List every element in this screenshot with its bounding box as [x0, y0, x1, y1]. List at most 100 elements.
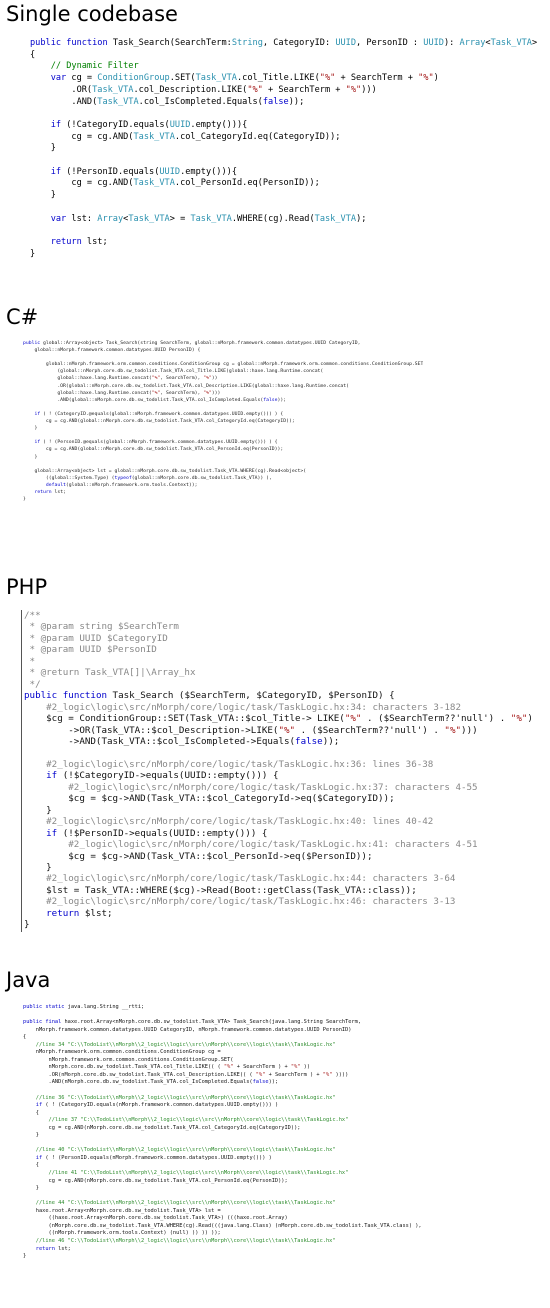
- code-line: haxe.root.Array<nMorph.core.db.sw_todoli…: [35, 1207, 221, 1214]
- code-block-php: /** * @param string $SearchTerm * @param…: [0, 610, 550, 932]
- code-line: //line 41 "C:\\TodoList\\nMorph\\2_logic…: [23, 1170, 349, 1177]
- code-line: #2_logic\logic\src/nMorph/core/logic/tas…: [24, 839, 478, 851]
- code-line: }: [23, 497, 26, 503]
- code-line: *: [24, 655, 36, 667]
- code-line: #2_logic\logic\src/nMorph/core/logic/tas…: [24, 781, 478, 793]
- code-line: nMorph.framework.orm.common.conditions.C…: [35, 1049, 221, 1056]
- code-line: ->AND(Task_VTA::$col_IsCompleted->Equals…: [24, 735, 340, 747]
- code-line: $cg = $cg->AND(Task_VTA::$col_PersonId->…: [68, 850, 373, 862]
- code-line: return lst;: [34, 489, 66, 495]
- section-title-php: PHP: [6, 575, 48, 599]
- code-line: }: [30, 248, 36, 259]
- section-title-single-codebase: Single codebase: [6, 2, 178, 26]
- code-line: .AND(Task_VTA.col_IsCompleted.Equals(fal…: [30, 96, 305, 107]
- code-line: }: [24, 919, 30, 931]
- code-block-single-codebase: public function Task_Search(SearchTerm:S…: [0, 38, 550, 270]
- code-line: nMorph.framework.orm.common.conditions.C…: [48, 1056, 234, 1063]
- code-line: //line 37 "C:\\TodoList\\nMorph\\2_logic…: [23, 1117, 349, 1124]
- code-line: if (!PersonID.equals(UUID.empty())){: [50, 166, 237, 177]
- code-line: cg = cg.AND(Task_VTA.col_PersonId.eq(Per…: [30, 178, 320, 189]
- code-line: global::nMorph.framework.common.datatype…: [34, 348, 201, 354]
- code-listing: /** * @param string $SearchTerm * @param…: [24, 610, 533, 931]
- code-line: }: [23, 1253, 27, 1260]
- code-line: if (!$PersonID->equals(UUID::empty())) {: [46, 827, 268, 839]
- code-line: #2_logic\logic\src/nMorph/core/logic/tas…: [24, 701, 461, 713]
- code-line: //line 46 "C:\\TodoList\\nMorph\\2_logic…: [23, 1237, 336, 1244]
- code-line: public function Task_Search ($SearchTerm…: [24, 690, 395, 702]
- code-line: cg = cg.AND(nMorph.core.db.sw_todolist.T…: [48, 1177, 288, 1184]
- code-line: (global::nMorph.core.db.sw_todolist.Task…: [57, 369, 324, 375]
- code-line: .AND(global::nMorph.core.db.sw_todolist.…: [23, 397, 287, 403]
- code-line: cg = cg.AND(global::nMorph.core.db.sw_to…: [45, 447, 284, 453]
- code-line: ->OR(Task_VTA::$col_Description->LIKE("%…: [24, 724, 478, 736]
- code-line: $cg = $cg->AND(Task_VTA::$col_CategoryId…: [68, 793, 395, 805]
- section-title-java: Java: [6, 968, 51, 992]
- code-block-java: public static java.lang.String __rtti; p…: [0, 1004, 550, 1304]
- code-line: if ( ! (CategoryID.@equals(global::nMorp…: [34, 411, 284, 417]
- code-line: public global::Array<object> Task_Search…: [23, 341, 361, 346]
- code-line: public function Task_Search(SearchTerm:S…: [30, 38, 538, 48]
- php-gutter-line: [21, 610, 22, 932]
- code-line: {: [35, 1109, 39, 1116]
- code-line: cg = cg.AND(Task_VTA.col_CategoryId.eq(C…: [30, 131, 341, 142]
- code-line: * @return Task_VTA[]|\Array_hx: [24, 667, 196, 679]
- code-line: ((global::System.Type) (typeof(global::n…: [23, 475, 272, 481]
- code-line: }: [35, 1132, 39, 1139]
- code-block-csharp: public global::Array<object> Task_Search…: [0, 340, 550, 530]
- code-line: }: [46, 804, 52, 816]
- code-line: }: [34, 454, 38, 460]
- code-line: cg = cg.AND(global::nMorph.core.db.sw_to…: [45, 419, 295, 425]
- code-line: // Dynamic Filter: [30, 61, 139, 72]
- code-line: cg = cg.AND(nMorph.core.db.sw_todolist.T…: [48, 1124, 301, 1131]
- code-line: //line 36 "C:\\TodoList\\nMorph\\2_logic…: [23, 1094, 336, 1101]
- code-line: if (!CategoryID.equals(UUID.empty())){: [50, 119, 248, 130]
- code-line: if ( ! (PersonID.@equals(global::nMorph.…: [34, 440, 278, 446]
- code-line: ((haxe.root.Array<nMorph.core.db.sw_todo…: [48, 1215, 288, 1222]
- code-line: }: [50, 190, 56, 201]
- code-line: if ( ! (CategoryID.equals(nMorph.framewo…: [35, 1102, 279, 1109]
- code-line: }: [35, 1185, 39, 1192]
- code-line: * @param string $SearchTerm: [24, 621, 179, 633]
- code-line: #2_logic\logic\src/nMorph/core/logic/tas…: [24, 758, 434, 770]
- code-line: {: [30, 49, 36, 60]
- code-line: return lst;: [35, 1245, 71, 1252]
- code-line: //line 44 "C:\\TodoList\\nMorph\\2_logic…: [23, 1200, 336, 1207]
- section-title-csharp: C#: [6, 305, 39, 329]
- code-listing: public static java.lang.String __rtti; p…: [23, 1004, 422, 1261]
- code-line: public static java.lang.String __rtti;: [23, 1004, 145, 1010]
- code-line: #2_logic\logic\src/nMorph/core/logic/tas…: [24, 873, 456, 885]
- code-line: if (!$CategoryID->equals(UUID::empty()))…: [46, 770, 279, 782]
- code-line: nMorph.core.db.sw_todolist.Task_VTA.col_…: [23, 1064, 311, 1071]
- code-line: public final haxe.root.Array<nMorph.core…: [23, 1019, 362, 1026]
- code-line: return $lst;: [46, 907, 113, 919]
- code-line: nMorph.framework.common.datatypes.UUID C…: [35, 1026, 352, 1033]
- code-line: }: [46, 861, 52, 873]
- code-line: #2_logic\logic\src/nMorph/core/logic/tas…: [24, 896, 456, 908]
- code-line: var cg = ConditionGroup.SET(Task_VTA.col…: [50, 73, 439, 84]
- code-listing: public function Task_Search(SearchTerm:S…: [30, 38, 537, 260]
- code-line: global::Array<object> lst = global::nMor…: [34, 468, 307, 474]
- code-line: .OR(global::nMorph.core.db.sw_todolist.T…: [57, 383, 350, 389]
- code-line: default(global::nMorph.framework.orm.too…: [45, 482, 198, 488]
- code-line: * @param UUID $PersonID: [24, 644, 157, 656]
- code-line: if ( ! (PersonID.equals(nMorph.framework…: [35, 1154, 272, 1161]
- code-line: * @param UUID $CategoryID: [24, 632, 168, 644]
- code-line: }: [34, 426, 38, 432]
- code-line: //line 40 "C:\\TodoList\\nMorph\\2_logic…: [23, 1147, 336, 1154]
- code-line: #2_logic\logic\src/nMorph/core/logic/tas…: [24, 816, 434, 828]
- code-line: global::nMorph.framework.orm.common.cond…: [45, 362, 424, 368]
- code-line: .OR(Task_VTA.col_Description.LIKE("%" + …: [30, 84, 377, 95]
- code-line: var lst: Array<Task_VTA> = Task_VTA.WHER…: [50, 213, 367, 224]
- code-listing: public global::Array<object> Task_Search…: [23, 340, 423, 503]
- code-line: $lst = Task_VTA::WHERE($cg)->Read(Boot::…: [46, 884, 417, 896]
- code-line: .AND(nMorph.core.db.sw_todolist.Task_VTA…: [23, 1079, 279, 1086]
- code-line: $cg = ConditionGroup::SET(Task_VTA::$col…: [24, 713, 533, 725]
- code-line: return lst;: [50, 236, 108, 247]
- code-line: global::haxe.lang.Runtime.concat("%", Se…: [23, 376, 218, 382]
- code-line: */: [24, 678, 41, 690]
- code-line: {: [23, 1034, 27, 1041]
- code-line: .OR(nMorph.core.db.sw_todolist.Task_VTA.…: [23, 1071, 349, 1078]
- code-line: //line 34 "C:\\TodoList\\nMorph\\2_logic…: [23, 1041, 336, 1048]
- code-line: }: [50, 143, 56, 154]
- code-line: /**: [24, 610, 41, 621]
